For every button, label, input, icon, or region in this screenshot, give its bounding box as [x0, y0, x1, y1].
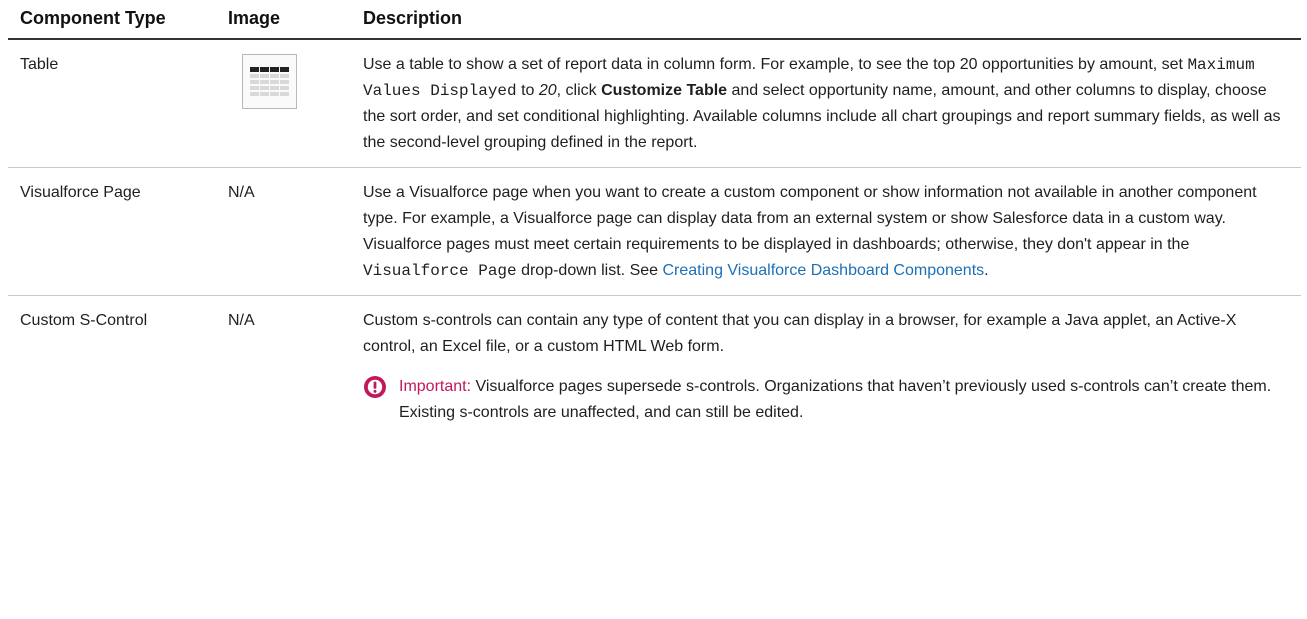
important-label: Important: — [399, 378, 472, 395]
cell-description: Use a table to show a set of report data… — [351, 39, 1301, 168]
desc-text: drop-down list. See — [516, 262, 663, 279]
table-thumbnail-icon — [242, 54, 297, 109]
component-types-table: Component Type Image Description Table U… — [8, 0, 1301, 437]
important-body: Visualforce pages supersede s-controls. … — [399, 378, 1272, 421]
header-image: Image — [216, 0, 351, 40]
desc-text: Use a Visualforce page when you want to … — [363, 184, 1257, 253]
desc-text: to — [516, 82, 539, 99]
important-note-text: Important: Visualforce pages supersede s… — [399, 374, 1289, 426]
desc-text: , click — [556, 82, 602, 99]
cell-image — [216, 39, 351, 168]
cell-description: Custom s-controls can contain any type o… — [351, 296, 1301, 438]
cell-component-type: Table — [8, 39, 216, 168]
cell-component-type: Visualforce Page — [8, 167, 216, 296]
desc-paragraph: Custom s-controls can contain any type o… — [363, 312, 1237, 355]
desc-text: . — [984, 262, 989, 279]
header-row: Component Type Image Description — [8, 0, 1301, 40]
table-row: Visualforce Page N/A Use a Visualforce p… — [8, 167, 1301, 296]
desc-bold-ui-label: Customize Table — [601, 82, 728, 99]
table-header: Component Type Image Description — [8, 0, 1301, 40]
table-row: Custom S-Control N/A Custom s-controls c… — [8, 296, 1301, 438]
header-component-type: Component Type — [8, 0, 216, 40]
desc-text: Use a table to show a set of report data… — [363, 56, 1188, 73]
desc-italic-value: 20 — [538, 82, 557, 99]
creating-visualforce-dashboard-components-link[interactable]: Creating Visualforce Dashboard Component… — [662, 262, 984, 279]
cell-image: N/A — [216, 167, 351, 296]
important-note: Important: Visualforce pages supersede s… — [363, 374, 1289, 426]
cell-description: Use a Visualforce page when you want to … — [351, 167, 1301, 296]
table-row: Table Use a table to show a set of repor… — [8, 39, 1301, 168]
desc-code: Visualforce Page — [363, 262, 517, 280]
document-page: Component Type Image Description Table U… — [0, 0, 1307, 619]
header-description: Description — [351, 0, 1301, 40]
cell-component-type: Custom S-Control — [20, 312, 148, 329]
cell-image: N/A — [228, 312, 255, 329]
important-exclamation-icon — [363, 375, 387, 399]
